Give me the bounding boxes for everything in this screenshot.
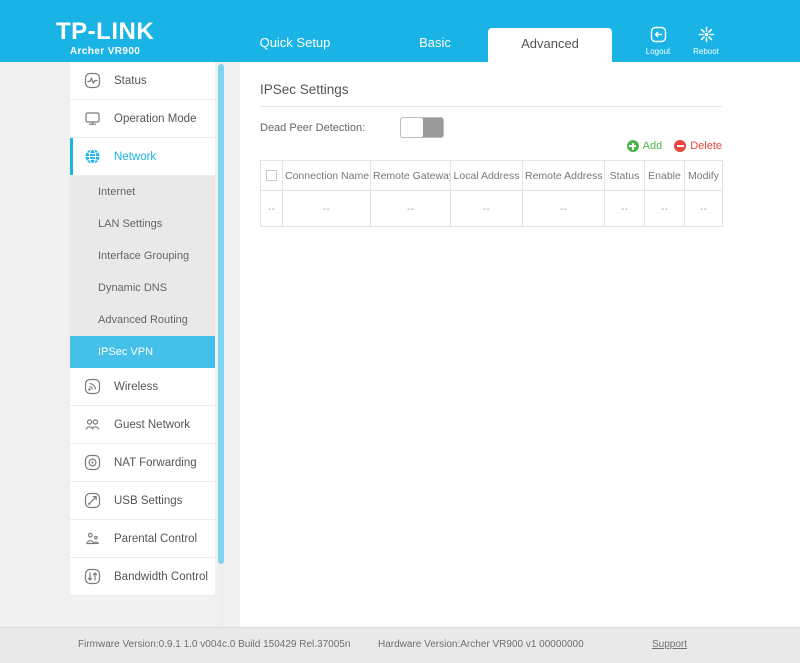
sidebar-item-nat-forwarding[interactable]: NAT Forwarding	[70, 444, 215, 482]
monitor-icon	[84, 109, 110, 129]
table-header-local-address: Local Address	[450, 160, 523, 191]
reboot-label: Reboot	[693, 47, 719, 56]
dead-peer-detection-label: Dead Peer Detection:	[260, 121, 366, 134]
row-local-address: --	[450, 190, 523, 227]
sidebar-item-wireless[interactable]: Wireless	[70, 368, 215, 406]
table-actions: Add Delete	[626, 140, 722, 152]
guest-network-icon	[84, 415, 110, 435]
page-title: IPSec Settings	[260, 82, 349, 97]
sidebar-item-label: Status	[114, 74, 147, 87]
table-header-remote-address: Remote Address	[522, 160, 605, 191]
submenu-item-internet[interactable]: Internet	[70, 176, 215, 208]
page-footer: Firmware Version:0.9.1 1.0 v004c.0 Build…	[0, 627, 800, 663]
sidebar-item-label: USB Settings	[114, 494, 183, 507]
ipsec-connections-table: Connection Name Remote Gateway Local Add…	[260, 160, 723, 227]
sidebar-item-label: Bandwidth Control	[114, 570, 208, 583]
nat-forwarding-icon	[84, 453, 110, 473]
support-link[interactable]: Support	[652, 639, 687, 650]
row-enable: --	[644, 190, 685, 227]
sidebar-item-bandwidth-control[interactable]: Bandwidth Control	[70, 558, 215, 596]
sidebar-item-label: Parental Control	[114, 532, 198, 545]
table-header-connection-name: Connection Name	[282, 160, 371, 191]
submenu-item-dynamic-dns[interactable]: Dynamic DNS	[70, 272, 215, 304]
sidebar-item-label: Network	[114, 150, 157, 163]
table-header-modify: Modify	[684, 160, 723, 191]
sidebar-item-label: Guest Network	[114, 418, 191, 431]
device-model: Archer VR900	[69, 46, 141, 57]
network-submenu: Internet LAN Settings Interface Grouping…	[70, 176, 215, 368]
tab-quick-setup[interactable]: Quick Setup	[240, 28, 350, 57]
table-header-enable: Enable	[644, 160, 685, 191]
title-divider	[260, 106, 722, 107]
row-status: --	[604, 190, 645, 227]
logout-label: Logout	[645, 47, 671, 56]
usb-icon	[84, 491, 110, 511]
tab-basic[interactable]: Basic	[390, 28, 480, 57]
delete-label: Delete	[690, 140, 722, 152]
sidebar-item-label: Wireless	[114, 380, 159, 393]
table-header-status: Status	[604, 160, 645, 191]
add-label: Add	[642, 140, 663, 152]
submenu-item-interface-grouping[interactable]: Interface Grouping	[70, 240, 215, 272]
dead-peer-detection-toggle[interactable]	[400, 117, 444, 138]
firmware-version: Firmware Version:0.9.1 1.0 v004c.0 Build…	[78, 639, 351, 650]
brand-logo[interactable]: TP-LINK Archer VR900	[56, 20, 154, 57]
app-header: TP-LINK Archer VR900 Quick Setup Basic A…	[0, 0, 800, 62]
plus-circle-icon	[626, 140, 639, 152]
add-button[interactable]: Add	[626, 140, 663, 152]
hardware-version: Hardware Version:Archer VR900 v1 0000000…	[378, 639, 584, 650]
submenu-item-advanced-routing[interactable]: Advanced Routing	[70, 304, 215, 336]
status-icon	[84, 71, 110, 91]
toggle-knob	[401, 118, 423, 137]
select-all-checkbox[interactable]	[266, 170, 277, 182]
tab-advanced[interactable]: Advanced	[488, 28, 612, 62]
submenu-item-ipsec-vpn[interactable]: IPSec VPN	[70, 336, 215, 368]
sidebar-item-parental-control[interactable]: Parental Control	[70, 520, 215, 558]
logout-button[interactable]: Logout	[636, 26, 680, 56]
sidebar-item-guest-network[interactable]: Guest Network	[70, 406, 215, 444]
reboot-icon	[684, 26, 728, 46]
row-modify: --	[684, 190, 723, 227]
content-panel: IPSec Settings Dead Peer Detection: Add …	[240, 62, 800, 627]
parental-control-icon	[84, 529, 110, 549]
row-remote-address: --	[522, 190, 605, 227]
table-header-row: Connection Name Remote Gateway Local Add…	[260, 160, 723, 191]
sidebar-nav: Status Operation Mode Network Internet L…	[70, 62, 215, 627]
dead-peer-detection-row: Dead Peer Detection:	[260, 117, 444, 138]
minus-circle-icon	[674, 140, 687, 152]
row-remote-gateway: --	[370, 190, 451, 227]
reboot-button[interactable]: Reboot	[684, 26, 728, 56]
sidebar-item-operation-mode[interactable]: Operation Mode	[70, 100, 215, 138]
bandwidth-control-icon	[84, 567, 110, 587]
sidebar-scrollbar-thumb[interactable]	[218, 64, 224, 564]
sidebar-item-usb-settings[interactable]: USB Settings	[70, 482, 215, 520]
row-connection-name: --	[282, 190, 371, 227]
brand-name: TP-LINK	[56, 18, 155, 45]
table-header-remote-gateway: Remote Gateway	[370, 160, 451, 191]
delete-button[interactable]: Delete	[674, 140, 722, 152]
wireless-icon	[84, 377, 110, 397]
logout-icon	[636, 26, 680, 46]
row-checkbox-cell: --	[260, 190, 283, 227]
submenu-item-lan-settings[interactable]: LAN Settings	[70, 208, 215, 240]
table-header-select-all	[260, 160, 283, 191]
sidebar-item-status[interactable]: Status	[70, 62, 215, 100]
table-row[interactable]: -- -- -- -- -- -- -- --	[260, 190, 723, 227]
sidebar-item-label: Operation Mode	[114, 112, 197, 125]
globe-icon	[84, 147, 110, 167]
sidebar-item-network[interactable]: Network	[70, 138, 215, 176]
sidebar-item-label: NAT Forwarding	[114, 456, 197, 469]
